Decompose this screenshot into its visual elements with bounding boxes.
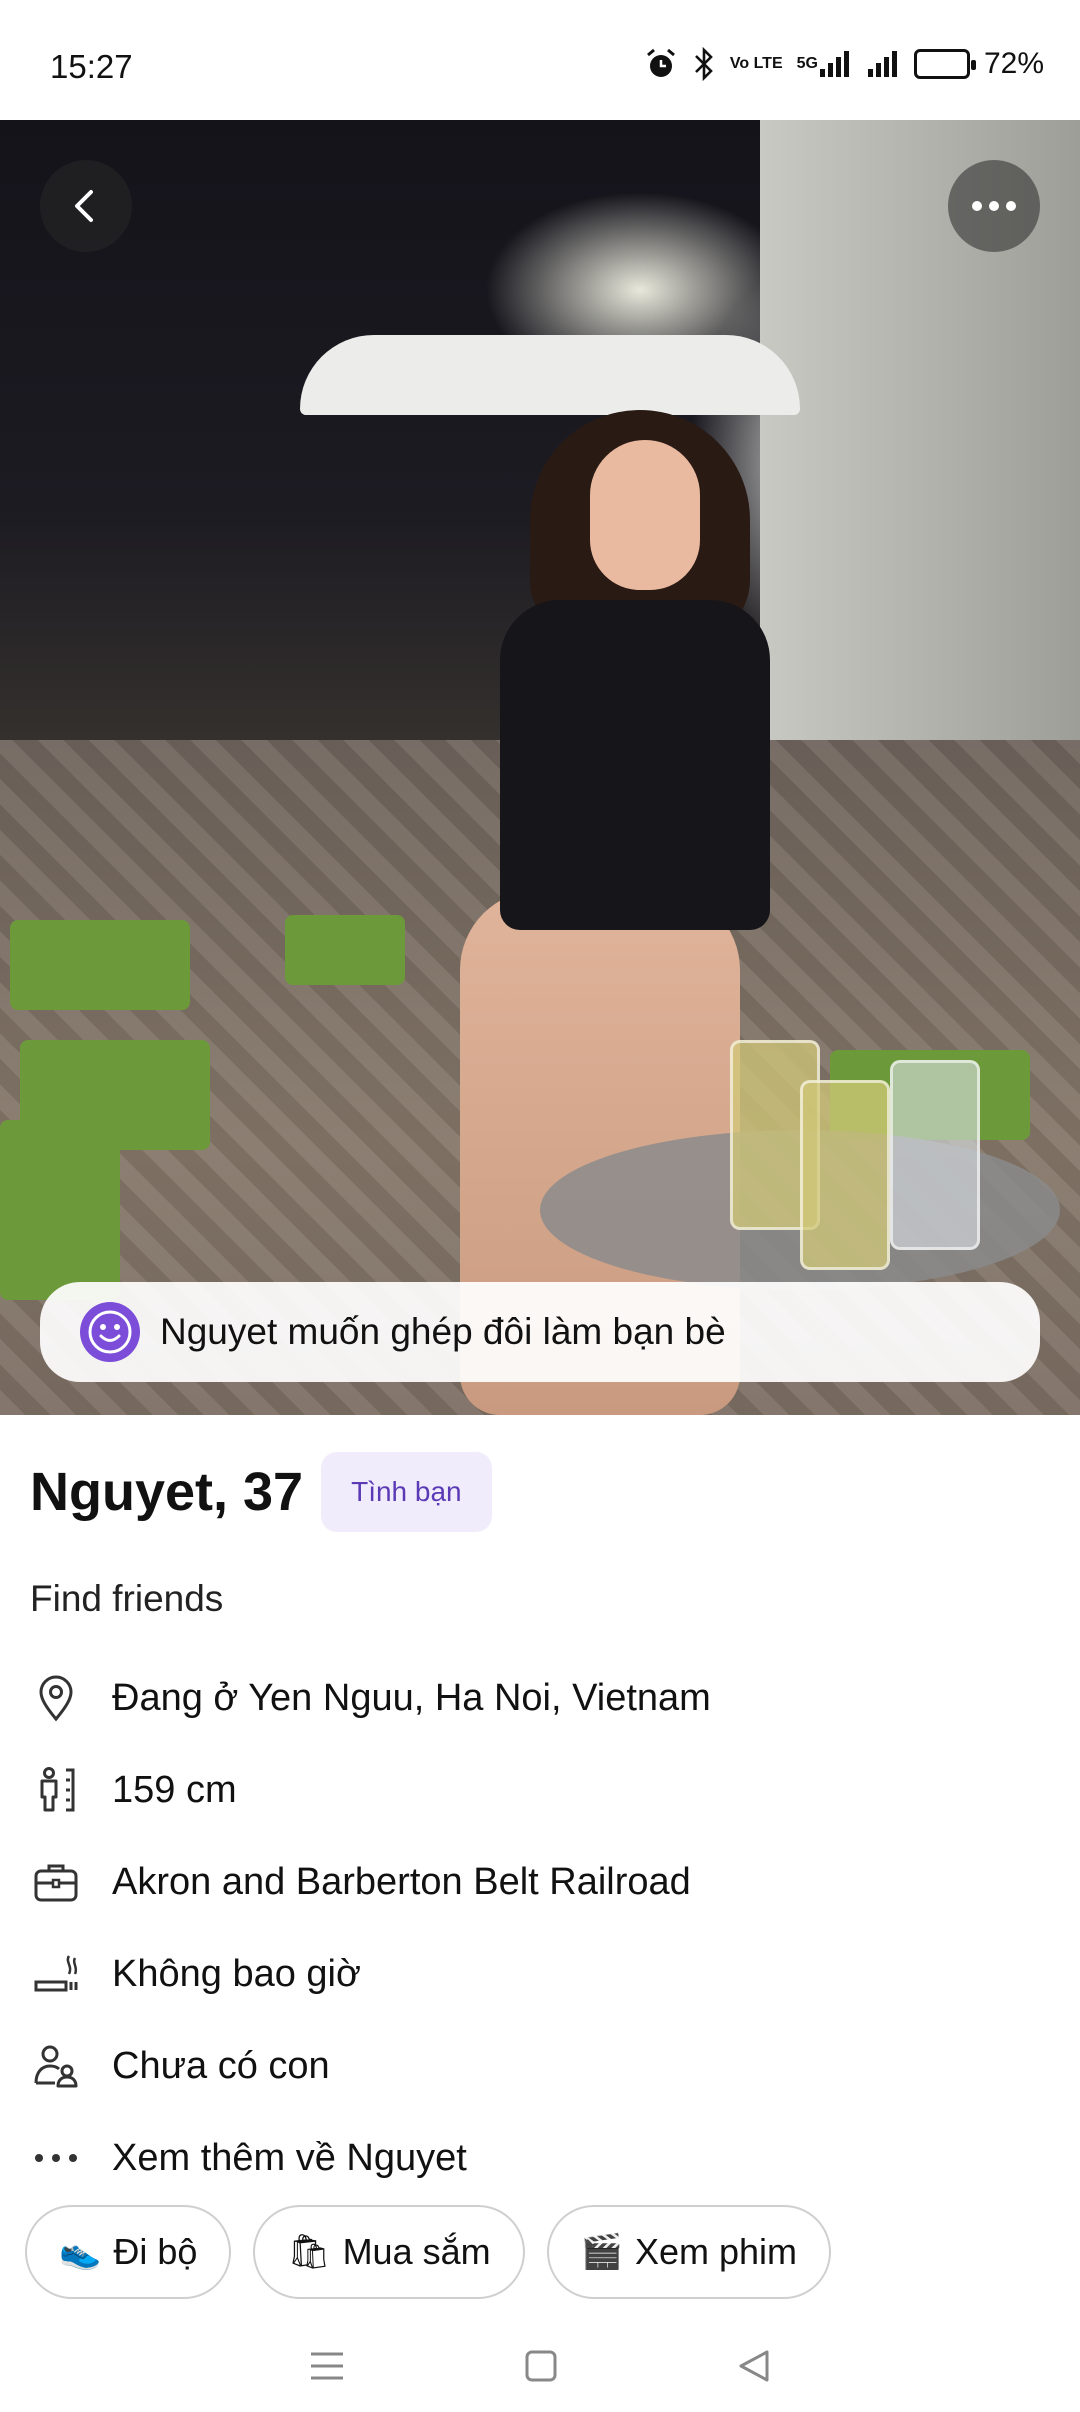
profile-name-age: Nguyet, 37 bbox=[30, 1462, 304, 1522]
smiley-icon bbox=[80, 1302, 140, 1362]
smoking-icon bbox=[30, 1948, 82, 2000]
alarm-icon bbox=[644, 44, 678, 84]
home-square-icon bbox=[525, 2350, 557, 2382]
status-bar: 15:27 Vo LTE 5G 72% bbox=[0, 0, 1080, 120]
see-more-link[interactable]: Xem thêm về Nguyet bbox=[30, 2112, 1050, 2204]
relationship-goal-badge: Tình bạn bbox=[321, 1452, 492, 1532]
back-triangle-icon bbox=[739, 2350, 769, 2382]
info-children: Chưa có con bbox=[30, 2020, 1050, 2112]
sneaker-icon: 👟 bbox=[59, 2233, 102, 2271]
photo-glass bbox=[800, 1080, 890, 1270]
profile-header: Nguyet, 37 Tình bạn bbox=[30, 1452, 492, 1532]
shopping-bag-icon: 🛍 bbox=[287, 2233, 331, 2271]
volte-label: Vo LTE bbox=[729, 55, 783, 72]
system-back-button[interactable] bbox=[737, 2349, 771, 2383]
more-options-button[interactable] bbox=[948, 160, 1040, 252]
info-children-text: Chưa có con bbox=[112, 2044, 330, 2087]
recent-apps-button[interactable] bbox=[309, 2351, 345, 2381]
battery-percent: 72% bbox=[983, 47, 1044, 80]
interest-label: Đi bộ bbox=[113, 2231, 198, 2272]
profile-bio: Find friends bbox=[30, 1578, 224, 1619]
back-button[interactable] bbox=[40, 160, 132, 252]
interest-label: Xem phim bbox=[634, 2231, 798, 2272]
home-button[interactable] bbox=[524, 2349, 558, 2383]
briefcase-icon bbox=[30, 1856, 82, 1908]
signal-5g-icon: 5G bbox=[797, 44, 852, 84]
chevron-left-icon bbox=[75, 190, 93, 222]
bluetooth-icon bbox=[692, 44, 716, 84]
match-intent-banner: Nguyet muốn ghép đôi làm bạn bè bbox=[40, 1282, 1040, 1382]
profile-photo[interactable] bbox=[0, 120, 1080, 1415]
photo-glass bbox=[890, 1060, 980, 1250]
status-icons: Vo LTE 5G 72% bbox=[644, 44, 1044, 84]
more-horizontal-icon bbox=[972, 201, 1016, 211]
signal-icon bbox=[866, 44, 900, 84]
photo-stool bbox=[10, 920, 190, 1010]
height-icon bbox=[30, 1764, 82, 1816]
info-work-text: Akron and Barberton Belt Railroad bbox=[112, 1860, 691, 1903]
interest-label: Mua sắm bbox=[342, 2231, 491, 2272]
profile-info-list: Đang ở Yen Nguu, Ha Noi, Vietnam 159 cm … bbox=[30, 1652, 1050, 2204]
interest-chip-movies[interactable]: 🎬 Xem phim bbox=[546, 2205, 832, 2299]
info-smoking-text: Không bao giờ bbox=[112, 1952, 361, 1995]
movie-camera-icon: 🎬 bbox=[580, 2233, 623, 2271]
interest-chip-walking[interactable]: 👟 Đi bộ bbox=[25, 2205, 232, 2299]
match-intent-text: Nguyet muốn ghép đôi làm bạn bè bbox=[160, 1311, 726, 1352]
info-smoking: Không bao giờ bbox=[30, 1928, 1050, 2020]
children-icon bbox=[30, 2040, 82, 2092]
menu-icon bbox=[311, 2352, 344, 2380]
info-location-text: Đang ở Yen Nguu, Ha Noi, Vietnam bbox=[112, 1676, 711, 1719]
more-dots-icon bbox=[30, 2132, 82, 2184]
interest-chip-shopping[interactable]: 🛍 Mua sắm bbox=[253, 2205, 525, 2299]
interest-chips: 👟 Đi bộ 🛍 Mua sắm 🎬 Xem phim bbox=[25, 2205, 832, 2299]
photo-stool bbox=[285, 915, 405, 985]
info-height: 159 cm bbox=[30, 1744, 1050, 1836]
system-nav-bar bbox=[0, 2320, 1080, 2412]
battery-icon bbox=[913, 44, 976, 84]
photo-umbrella bbox=[300, 335, 800, 415]
info-work: Akron and Barberton Belt Railroad bbox=[30, 1836, 1050, 1928]
photo-stool bbox=[0, 1120, 120, 1300]
info-location: Đang ở Yen Nguu, Ha Noi, Vietnam bbox=[30, 1652, 1050, 1744]
status-time: 15:27 bbox=[50, 48, 133, 85]
location-pin-icon bbox=[30, 1672, 82, 1724]
info-height-text: 159 cm bbox=[112, 1768, 237, 1811]
signal-5g-label: 5G bbox=[796, 55, 818, 72]
see-more-text: Xem thêm về Nguyet bbox=[112, 2136, 467, 2179]
